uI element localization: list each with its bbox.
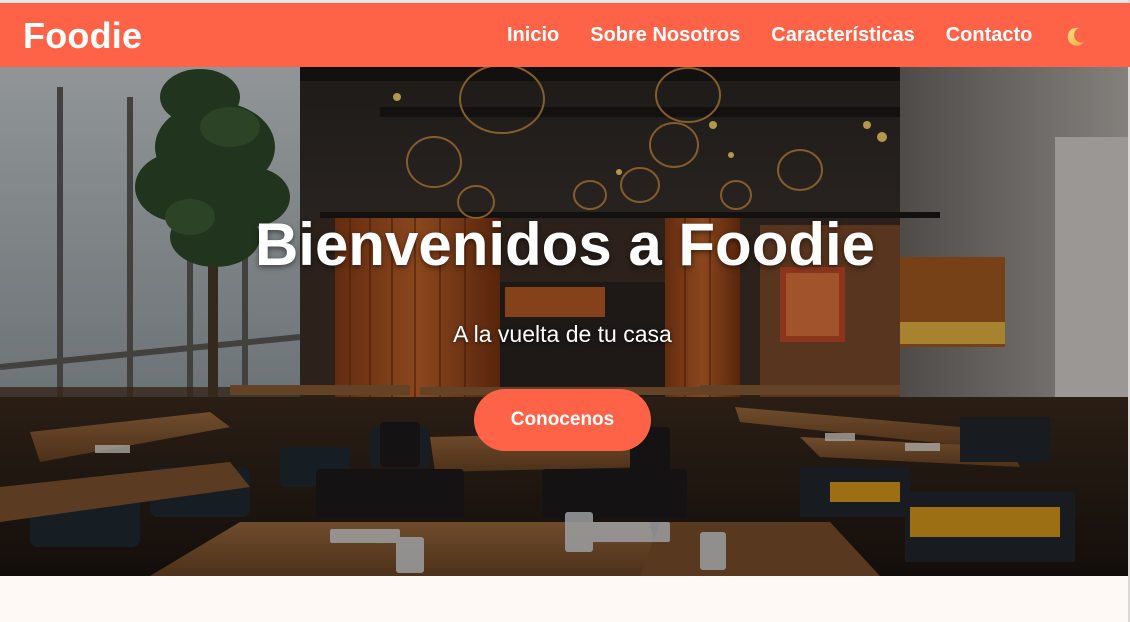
nav-links: Inicio Sobre Nosotros Características Co… [507,3,1063,67]
nav-link-caracteristicas[interactable]: Características [771,23,914,47]
hero-title: Bienvenidos a Foodie [254,211,876,278]
nav-link-sobre-nosotros[interactable]: Sobre Nosotros [590,23,740,47]
page: Foodie Inicio Sobre Nosotros Característ… [0,0,1130,622]
nav-link-contacto[interactable]: Contacto [946,23,1033,47]
moon-icon [1067,27,1084,46]
navbar: Foodie Inicio Sobre Nosotros Característ… [0,3,1130,67]
nav-link-inicio[interactable]: Inicio [507,23,559,47]
theme-toggle-button[interactable] [1063,25,1087,49]
brand-logo[interactable]: Foodie [23,16,142,56]
hero-section: Bienvenidos a Foodie A la vuelta de tu c… [0,67,1130,576]
next-section [0,576,1130,622]
hero-subtitle: A la vuelta de tu casa [453,321,672,347]
conocenos-button[interactable]: Conocenos [474,389,651,451]
